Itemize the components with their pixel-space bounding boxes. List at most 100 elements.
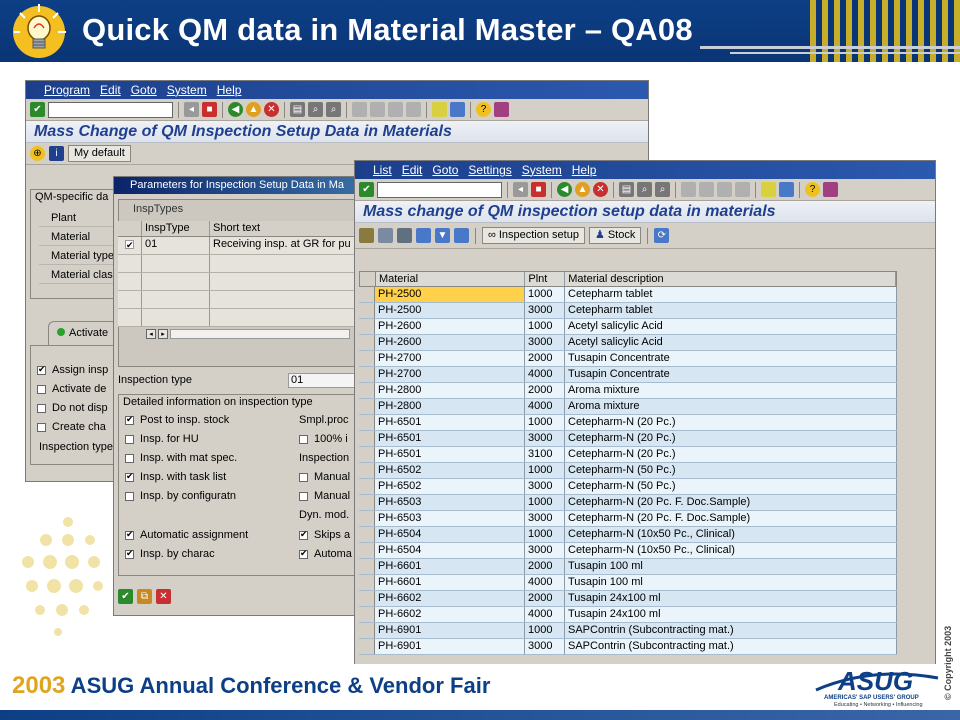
table-row[interactable]: PH-2700 2000 Tusapin Concentrate [359, 351, 897, 367]
table-row[interactable]: PH-2800 2000 Aroma mixture [359, 383, 897, 399]
scroll-left-icon[interactable]: ◂ [146, 329, 156, 339]
table-row[interactable]: PH-6504 3000 Cetepharm-N (10x50 Pc., Clini… [359, 543, 897, 559]
cell-material[interactable]: PH-6601 [375, 559, 525, 574]
execute-icon[interactable]: ⊕ [30, 146, 45, 161]
layout-menu-icon[interactable] [494, 102, 509, 117]
filter-icon[interactable]: ▼ [435, 228, 450, 243]
check-left-2[interactable]: Insp. with mat spec. [125, 452, 237, 464]
layout-menu-icon[interactable] [823, 182, 838, 197]
row-selector[interactable] [359, 383, 375, 398]
first-page-icon[interactable] [681, 182, 696, 197]
cell-material[interactable]: PH-6602 [375, 607, 525, 622]
table-row[interactable]: PH-6901 1000 SAPContrin (Subcontracting ma… [359, 623, 897, 639]
table-row[interactable]: PH-6601 2000 Tusapin 100 ml [359, 559, 897, 575]
save-icon[interactable]: ■ [531, 182, 546, 197]
tab-activate[interactable]: Activate [48, 321, 118, 345]
cell-material[interactable]: PH-6503 [375, 495, 525, 510]
cancel-icon[interactable]: ✕ [264, 102, 279, 117]
change-layout-icon[interactable] [454, 228, 469, 243]
my-default-button[interactable]: My default [68, 145, 131, 162]
sort-icon[interactable] [416, 228, 431, 243]
row-selector[interactable] [359, 351, 375, 366]
scroll-right-icon[interactable]: ▸ [158, 329, 168, 339]
next-page-icon[interactable] [388, 102, 403, 117]
menu-help[interactable]: Help [217, 83, 242, 97]
row-selector[interactable] [359, 607, 375, 622]
print-icon[interactable]: ▤ [290, 102, 305, 117]
select-all-icon[interactable] [378, 228, 393, 243]
table-row[interactable]: PH-6502 3000 Cetepharm-N (50 Pc.) [359, 479, 897, 495]
menu-system[interactable]: System [167, 83, 207, 97]
col-description[interactable]: Material description [565, 272, 896, 286]
right-item-6[interactable]: Skips a [299, 529, 350, 541]
cell-material[interactable]: PH-6602 [375, 591, 525, 606]
save-icon[interactable]: ■ [202, 102, 217, 117]
enter-icon[interactable]: ✔ [30, 102, 45, 117]
print-list-icon[interactable] [397, 228, 412, 243]
details-icon[interactable] [359, 228, 374, 243]
horizontal-scrollbar[interactable]: ◂ ▸ [118, 327, 362, 341]
cell-material[interactable]: PH-6901 [375, 639, 525, 654]
menu-goto[interactable]: Goto [432, 163, 458, 177]
table-row[interactable]: PH-2600 1000 Acetyl salicylic Acid [359, 319, 897, 335]
col-insptype[interactable]: InspType [142, 221, 210, 236]
prev-page-icon[interactable] [370, 102, 385, 117]
menu-program[interactable]: Program [44, 83, 90, 97]
last-page-icon[interactable] [406, 102, 421, 117]
copy-icon[interactable]: ⧉ [137, 589, 152, 604]
menu-system[interactable]: System [522, 163, 562, 177]
right-item-3[interactable]: Manual [299, 471, 350, 483]
close-icon[interactable]: ✕ [156, 589, 171, 604]
check-left-0[interactable]: Post to insp. stock [125, 414, 229, 426]
table-row[interactable]: PH-6501 1000 Cetepharm-N (20 Pc.) [359, 415, 897, 431]
check-left-5[interactable]: Automatic assignment [125, 529, 248, 541]
row-selector[interactable] [359, 623, 375, 638]
menu-edit[interactable]: Edit [402, 163, 423, 177]
find-next-icon[interactable]: ⌕ [655, 182, 670, 197]
enter-icon[interactable]: ✔ [359, 182, 374, 197]
row-selector[interactable] [359, 495, 375, 510]
table-row[interactable]: PH-6502 1000 Cetepharm-N (50 Pc.) [359, 463, 897, 479]
right-item-4[interactable]: Manual [299, 490, 350, 502]
layout-icon[interactable] [360, 272, 376, 286]
help-icon[interactable]: ? [476, 102, 491, 117]
check-left-3[interactable]: Insp. with task list [125, 471, 226, 483]
row-selector[interactable] [359, 543, 375, 558]
row-selector[interactable] [359, 527, 375, 542]
row-selector[interactable] [359, 399, 375, 414]
row-selector[interactable] [359, 559, 375, 574]
row-selector[interactable] [359, 479, 375, 494]
find-icon[interactable]: ⌕ [308, 102, 323, 117]
command-field[interactable] [377, 181, 502, 198]
row-selector[interactable] [359, 591, 375, 606]
cell-material[interactable]: PH-2800 [375, 383, 525, 398]
cell-material[interactable]: PH-2600 [375, 319, 525, 334]
cell-material[interactable]: PH-2500 [375, 303, 525, 318]
back-arrow-icon[interactable]: ◂ [513, 182, 528, 197]
cell-material[interactable]: PH-2800 [375, 399, 525, 414]
stock-button[interactable]: ♟ Stock [588, 227, 642, 244]
row-selector[interactable] [359, 511, 375, 526]
exit-icon[interactable]: ▲ [575, 182, 590, 197]
table-row[interactable]: 01 Receiving insp. at GR for pu [118, 237, 362, 255]
cell-material[interactable]: PH-6503 [375, 511, 525, 526]
right-item-1[interactable]: 100% i [299, 433, 348, 445]
cell-material[interactable]: PH-6502 [375, 479, 525, 494]
row-selector[interactable] [359, 575, 375, 590]
next-page-icon[interactable] [717, 182, 732, 197]
cell-material[interactable]: PH-2700 [375, 367, 525, 382]
table-row[interactable]: PH-2500 1000 Cetepharm tablet [359, 287, 897, 303]
table-row[interactable]: PH-2800 4000 Aroma mixture [359, 399, 897, 415]
check-activate[interactable]: Activate de [37, 383, 106, 395]
table-row[interactable]: PH-6504 1000 Cetepharm-N (10x50 Pc., Clini… [359, 527, 897, 543]
last-page-icon[interactable] [735, 182, 750, 197]
row-selector[interactable] [359, 415, 375, 430]
table-row[interactable]: PH-6501 3100 Cetepharm-N (20 Pc.) [359, 447, 897, 463]
right-item-7[interactable]: Automa [299, 548, 352, 560]
check-left-6[interactable]: Insp. by charac [125, 548, 215, 560]
col-plant[interactable]: Plnt [525, 272, 566, 286]
cell-material[interactable]: PH-2500 [375, 287, 525, 302]
inspection-setup-button[interactable]: ∞ Inspection setup [482, 227, 585, 244]
table-row[interactable]: PH-6901 3000 SAPContrin (Subcontracting ma… [359, 639, 897, 655]
menu-goto[interactable]: Goto [131, 83, 157, 97]
